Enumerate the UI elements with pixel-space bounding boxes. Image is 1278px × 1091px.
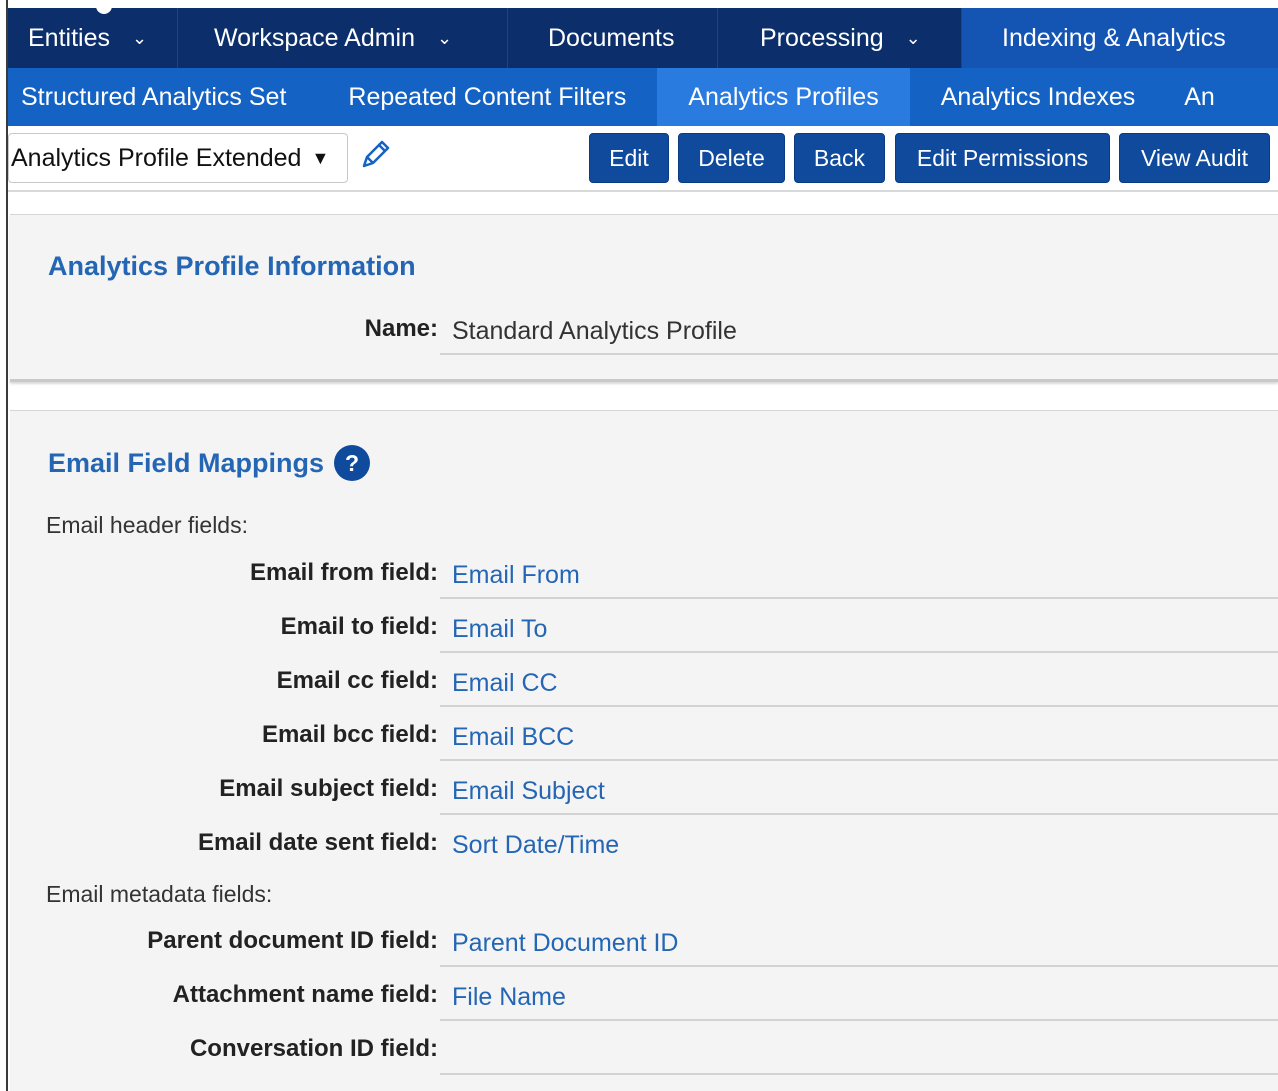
view-audit-button[interactable]: View Audit (1119, 133, 1270, 183)
field-label: Email date sent field: (197, 829, 438, 856)
profile-info-title: Analytics Profile Information (48, 251, 416, 281)
email-subject-link[interactable]: Email Subject (452, 777, 605, 806)
field-label: Email cc field: (276, 667, 438, 694)
field-label: Attachment name field: (172, 981, 438, 1008)
field-label: Conversation ID field: (189, 1035, 438, 1062)
field-label: Email from field: (249, 559, 438, 586)
chevron-down-icon: ⌄ (437, 27, 453, 48)
chevron-down-icon: ⌄ (131, 27, 148, 48)
frame-left (0, 0, 8, 1091)
sub-nav-item-overflow[interactable]: An (1166, 68, 1246, 126)
email-subject-row: Email subject field: Email Subject (10, 761, 1278, 815)
field-label: Email to field: (280, 613, 438, 640)
sub-nav-item-repeated-content-filters[interactable]: Repeated Content Filters (317, 68, 657, 126)
email-mappings-panel: Email Field Mappings ? Email header fiel… (10, 410, 1278, 1091)
field-label: Email subject field: (219, 775, 438, 802)
help-icon[interactable]: ? (334, 445, 371, 481)
email-mappings-title: Email Field Mappings ? (48, 445, 371, 481)
email-bcc-row: Email bcc field: Email BCC (10, 707, 1278, 761)
top-nav-item-workspace-admin[interactable]: Workspace Admin ⌄ (178, 8, 508, 68)
attachment-name-row: Attachment name field: File Name (10, 967, 1278, 1021)
back-button[interactable]: Back (794, 133, 885, 183)
email-date-sent-link[interactable]: Sort Date/Time (452, 831, 619, 860)
parent-document-id-link[interactable]: Parent Document ID (452, 929, 679, 958)
attachment-name-link[interactable]: File Name (452, 983, 566, 1012)
email-cc-link[interactable]: Email CC (452, 669, 558, 698)
conversation-id-row: Conversation ID field: (10, 1021, 1278, 1075)
sub-nav-item-analytics-indexes[interactable]: Analytics Indexes (910, 68, 1167, 126)
email-metadata-section-label: Email metadata fields: (46, 881, 273, 907)
toolbar: Analytics Profile Extended ▼ Edit Delete… (8, 126, 1278, 192)
top-nav-item-indexing-analytics[interactable]: Indexing & Analytics (962, 8, 1278, 68)
indicator-dot (96, 4, 112, 14)
top-nav-item-entities[interactable]: Entities ⌄ (8, 4, 178, 68)
edit-permissions-button[interactable]: Edit Permissions (895, 133, 1110, 183)
layout-select-value: Analytics Profile Extended (11, 143, 302, 172)
name-value: Standard Analytics Profile (452, 317, 737, 345)
name-row: Name: Standard Analytics Profile (10, 301, 1278, 355)
top-nav: Entities ⌄ Workspace Admin ⌄ Documents P… (8, 4, 1278, 68)
field-label: Email bcc field: (261, 721, 438, 748)
email-mappings-title-text: Email Field Mappings (48, 447, 325, 478)
email-header-section-label: Email header fields: (46, 512, 248, 538)
email-cc-row: Email cc field: Email CC (10, 653, 1278, 707)
name-label: Name: (364, 315, 438, 342)
sub-nav-item-analytics-profiles[interactable]: Analytics Profiles (657, 68, 910, 126)
email-to-row: Email to field: Email To (10, 599, 1278, 653)
field-underline (440, 353, 1278, 355)
pencil-icon[interactable] (358, 138, 392, 172)
profile-info-panel: Analytics Profile Information Name: Stan… (10, 214, 1278, 382)
chevron-down-icon: ⌄ (905, 27, 921, 48)
top-nav-item-processing[interactable]: Processing ⌄ (718, 8, 962, 68)
email-from-row: Email from field: Email From (10, 545, 1278, 599)
frame-top (8, 0, 1278, 8)
email-to-link[interactable]: Email To (452, 615, 547, 644)
dropdown-arrow-icon: ▼ (311, 147, 330, 168)
layout-select[interactable]: Analytics Profile Extended ▼ (8, 133, 348, 183)
field-label: Parent document ID field: (147, 927, 438, 954)
email-bcc-link[interactable]: Email BCC (452, 723, 574, 752)
parent-document-id-row: Parent document ID field: Parent Documen… (10, 913, 1278, 967)
sub-nav: Structured Analytics Set Repeated Conten… (8, 68, 1278, 126)
top-nav-item-documents[interactable]: Documents (508, 8, 718, 68)
email-from-link[interactable]: Email From (452, 561, 580, 590)
sub-nav-item-structured-analytics-set[interactable]: Structured Analytics Set (8, 68, 317, 126)
email-date-sent-row: Email date sent field: Sort Date/Time (10, 815, 1278, 869)
delete-button[interactable]: Delete (678, 133, 785, 183)
field-underline (440, 1073, 1278, 1075)
edit-button[interactable]: Edit (589, 133, 669, 183)
